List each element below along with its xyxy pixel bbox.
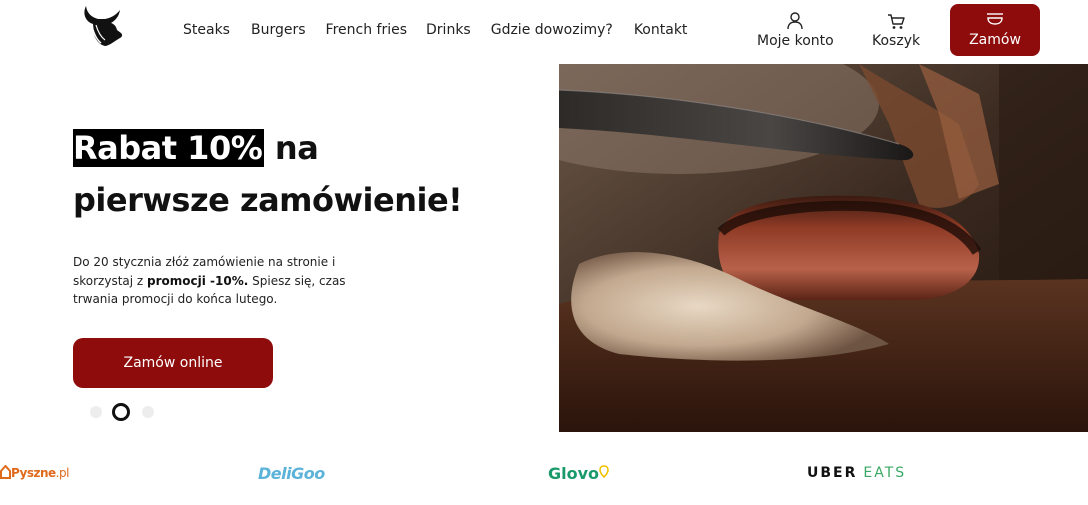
nav-delivery-area[interactable]: Gdzie dowozimy? [491, 22, 613, 38]
partner-pyszne-logo[interactable]: Pyszne .pl [0, 462, 69, 484]
cart-label: Koszyk [872, 33, 921, 49]
nav-drinks[interactable]: Drinks [426, 22, 471, 38]
hero-title-line2: pierwsze zamówienie! [73, 181, 463, 219]
partner-ubereats-logo[interactable]: UBER EATS [807, 462, 906, 484]
slider-dots [90, 403, 154, 421]
eats-text: EATS [863, 465, 907, 481]
partner-glovo-logo[interactable]: Glovo [548, 462, 609, 484]
nav-french-fries[interactable]: French fries [326, 22, 407, 38]
slider-dot-2-active[interactable] [112, 403, 130, 421]
order-button[interactable]: Zamów [950, 4, 1040, 56]
hero-steak-image [559, 64, 1088, 432]
uber-text: UBER [807, 465, 858, 481]
order-label: Zamów [969, 32, 1021, 48]
food-bowl-icon [986, 12, 1004, 30]
glovo-pin-icon [599, 464, 609, 483]
hero-title-rest: na [264, 129, 319, 167]
cart-button[interactable]: Koszyk [872, 8, 920, 49]
slider-dot-1[interactable] [90, 406, 102, 418]
account-label: Moje konto [757, 33, 834, 49]
slider-dot-3[interactable] [142, 406, 154, 418]
bull-head-icon [84, 6, 123, 46]
pyszne-text: Pyszne [11, 466, 56, 480]
deligoo-text: DeliGoo [258, 463, 325, 483]
nav-contact[interactable]: Kontakt [634, 22, 688, 38]
hero-description: Do 20 stycznia złóż zamówienie na stroni… [73, 253, 363, 309]
hero-title-highlight: Rabat 10% [73, 129, 265, 167]
nav-steaks[interactable]: Steaks [183, 22, 230, 38]
user-icon [787, 8, 804, 30]
main-nav: Steaks Burgers French fries Drinks Gdzie… [183, 22, 707, 38]
pyszne-house-icon [0, 464, 11, 482]
hero-text-promo: promocji -10%. [147, 273, 249, 288]
glovo-text: Glovo [548, 463, 600, 483]
nav-burgers[interactable]: Burgers [251, 22, 306, 38]
cart-icon [887, 8, 905, 30]
logo[interactable] [80, 4, 126, 48]
hero-title: Rabat 10% na pierwsze zamówienie! [73, 122, 463, 226]
account-button[interactable]: Moje konto [757, 8, 834, 49]
partner-deligoo-logo[interactable]: DeliGoo [258, 462, 325, 484]
pyszne-suffix: .pl [55, 466, 70, 480]
order-online-button[interactable]: Zamów online [73, 338, 273, 388]
